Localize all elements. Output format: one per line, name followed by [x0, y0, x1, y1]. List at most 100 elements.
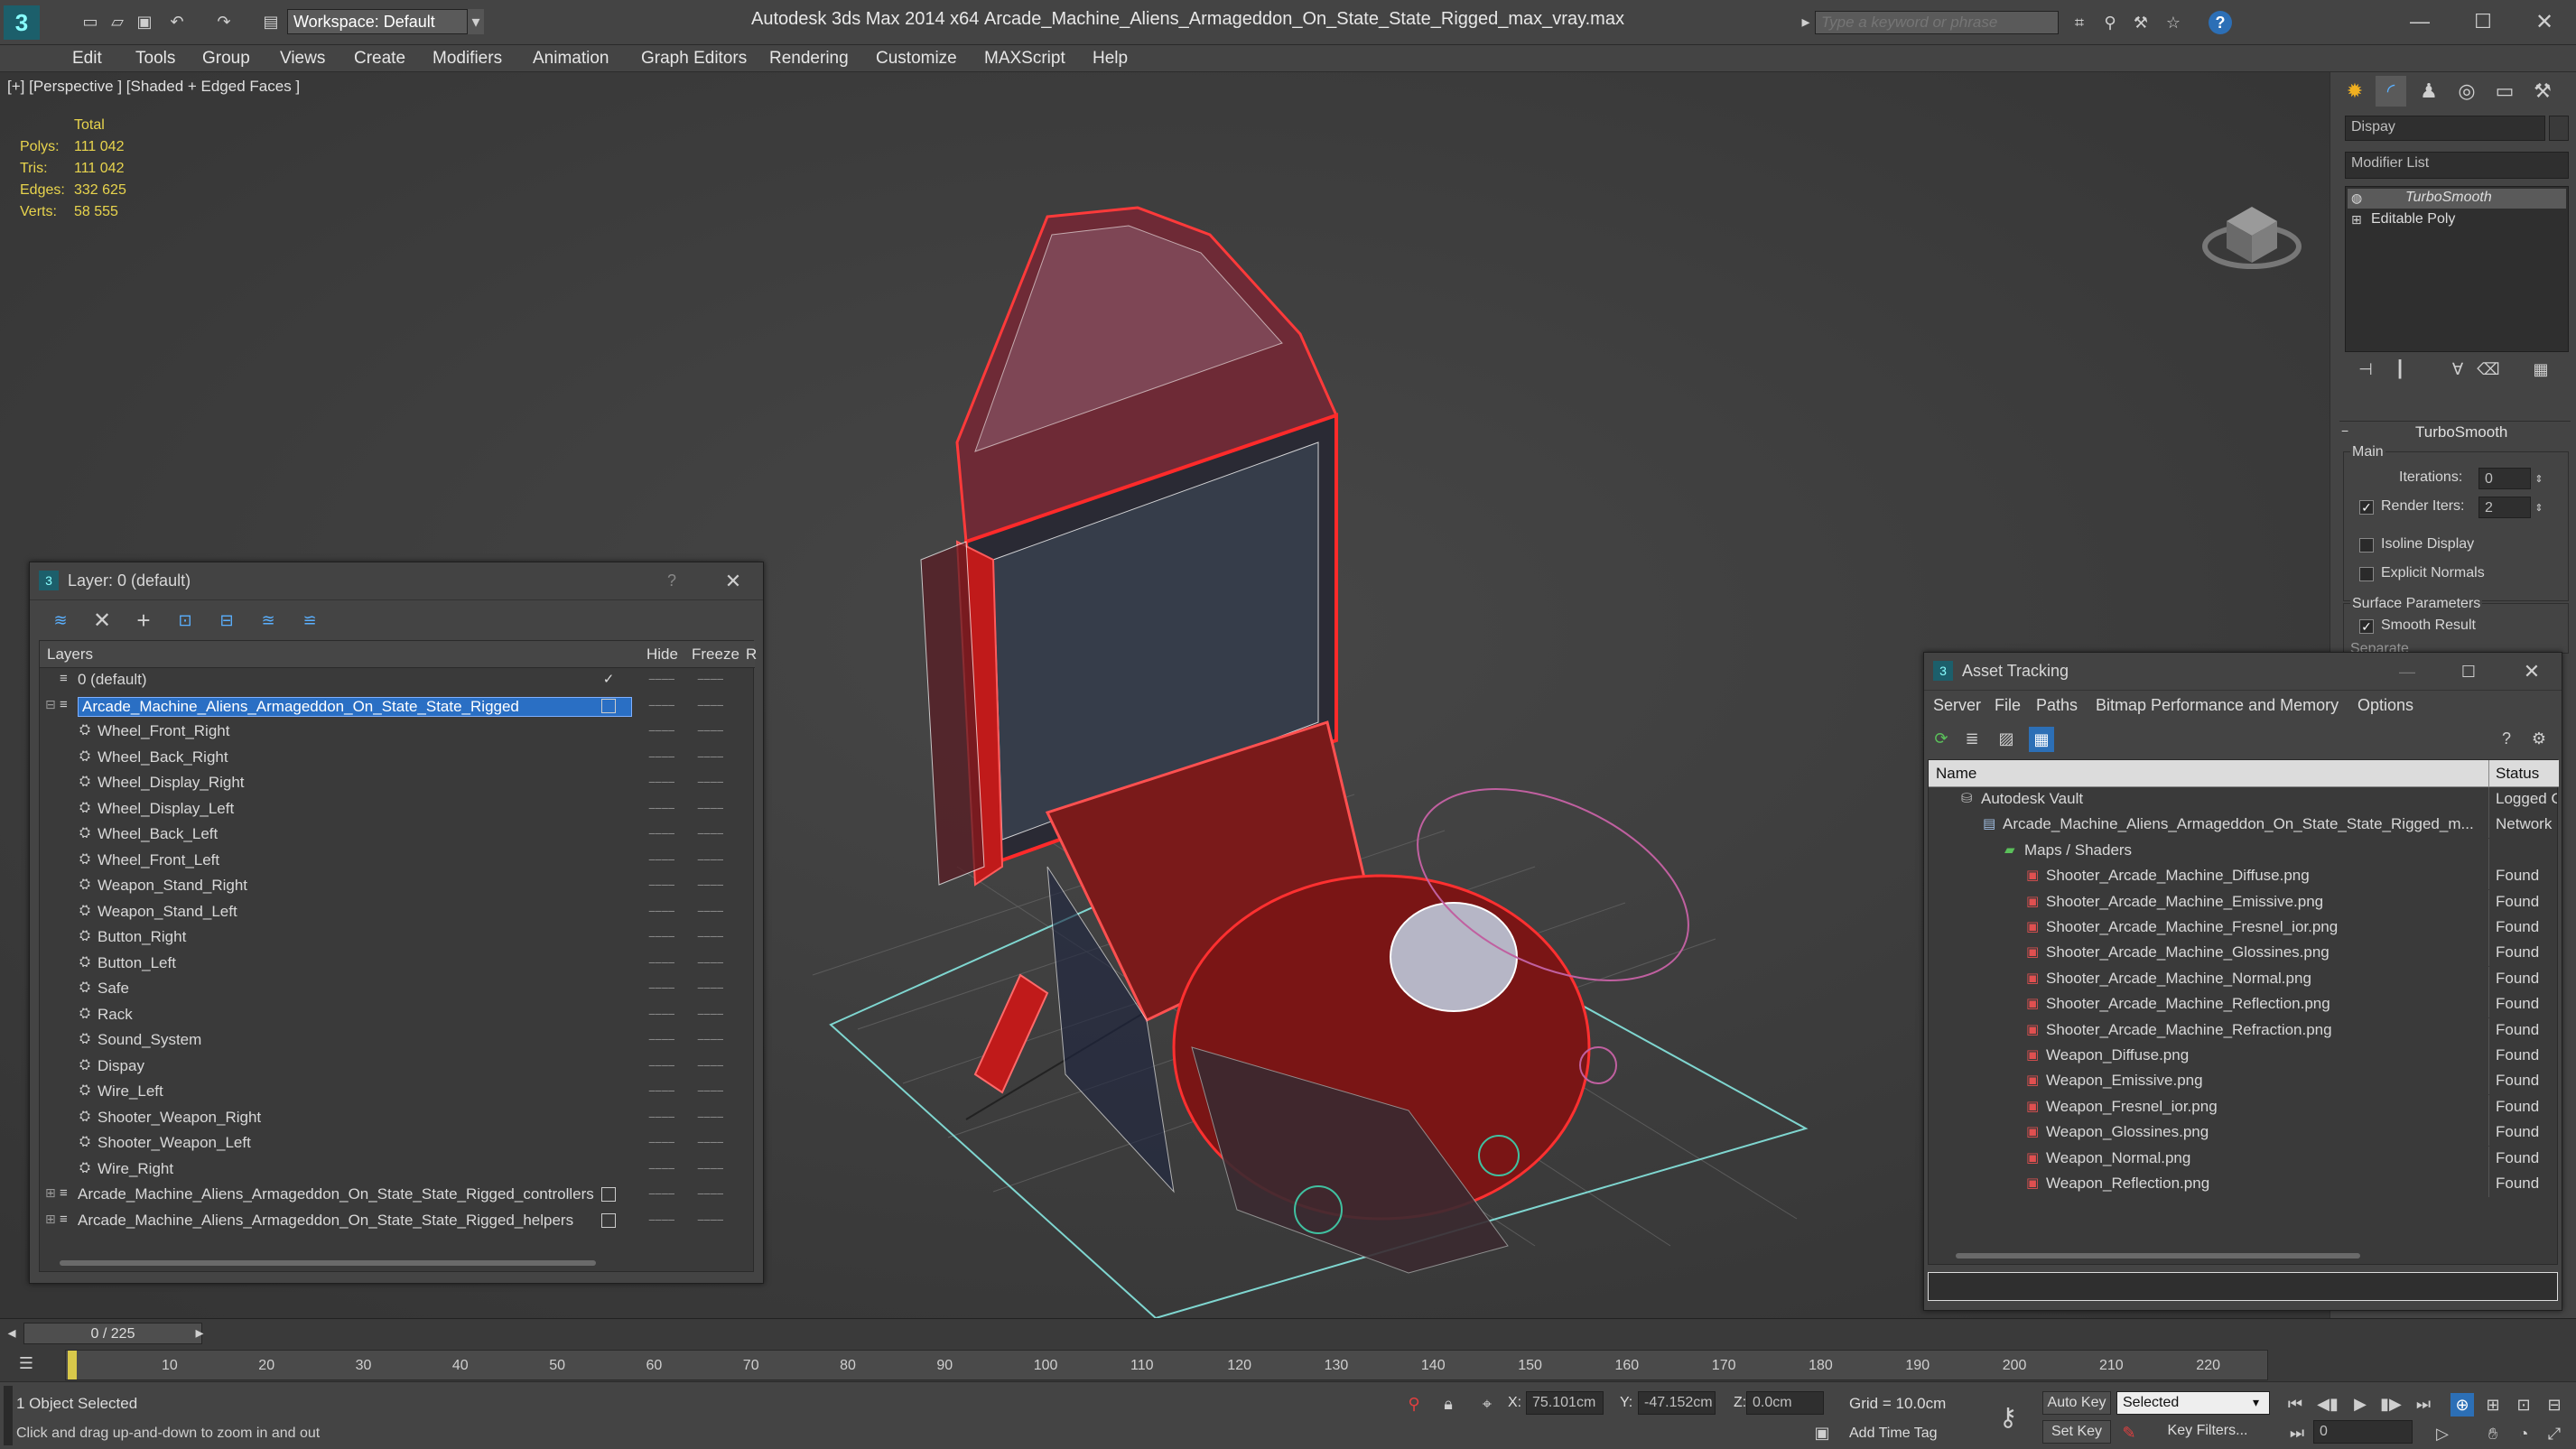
hide-all-layers-icon[interactable]: ≊ — [256, 608, 281, 633]
col-name[interactable]: Name — [1936, 765, 1976, 783]
object-row[interactable]: ⛭ Wheel_Back_Right −−−− −−−− — [40, 746, 755, 771]
asset-row[interactable]: ▣ Weapon_Fresnel_ior.png Found — [1929, 1094, 2559, 1120]
asset-row[interactable]: ▣ Weapon_Emissive.png Found — [1929, 1069, 2559, 1095]
hide-toggle[interactable]: −−−− — [648, 801, 675, 815]
freeze-toggle[interactable]: −−−− — [697, 1032, 724, 1046]
hide-toggle[interactable]: −−−− — [648, 1161, 675, 1175]
hide-toggle[interactable]: −−−− — [648, 1212, 675, 1227]
object-color-swatch[interactable] — [2549, 116, 2569, 141]
object-name-field[interactable]: Dispay — [2345, 116, 2545, 141]
object-row[interactable]: ⛭ Weapon_Stand_Right −−−− −−−− — [40, 874, 755, 899]
slider-left-arrow-icon[interactable]: ◂ — [4, 1323, 20, 1342]
field-of-view-icon[interactable]: ▷ — [2431, 1422, 2454, 1445]
expand-plus-icon[interactable]: ⊞ — [45, 1212, 56, 1227]
time-tag-icon[interactable]: ▣ — [1811, 1422, 1833, 1444]
set-keys-pencil-icon[interactable]: ✎ — [2118, 1422, 2140, 1444]
object-row[interactable]: ⛭ Wheel_Display_Left −−−− −−−− — [40, 797, 755, 822]
hide-toggle[interactable]: −−−− — [648, 749, 675, 764]
hide-toggle[interactable]: −−−− — [648, 1032, 675, 1046]
collapse-minus-icon[interactable]: ⊟ — [45, 697, 56, 712]
menu-options[interactable]: Options — [2357, 696, 2413, 715]
minimize-icon[interactable]: — — [2394, 658, 2421, 685]
undo-icon[interactable]: ↶ — [166, 11, 188, 33]
object-row[interactable]: ⛭ Button_Left −−−− −−−− — [40, 952, 755, 977]
modify-tab-icon[interactable]: ◜ — [2376, 76, 2406, 107]
zoom-extents-icon[interactable]: ⊡ — [2512, 1393, 2535, 1416]
render-iters-spinner[interactable]: 2 — [2478, 497, 2531, 518]
column-divider[interactable] — [2488, 760, 2489, 787]
layer-row[interactable]: ⊟ ≡ Arcade_Machine_Aliens_Armageddon_On_St… — [40, 694, 755, 720]
isolate-pin-icon[interactable]: ⚲ — [1405, 1393, 1423, 1415]
freeze-toggle[interactable]: −−−− — [697, 723, 724, 738]
set-current-layer-box[interactable] — [601, 1187, 616, 1202]
object-row[interactable]: ⛭ Wire_Right −−−− −−−− — [40, 1157, 755, 1183]
asset-row[interactable]: ▣ Shooter_Arcade_Machine_Glossines.png Fou… — [1929, 941, 2559, 967]
minimize-icon[interactable]: — — [2405, 7, 2434, 36]
asset-row[interactable]: ▣ Weapon_Diffuse.png Found — [1929, 1044, 2559, 1069]
track-bar[interactable]: 10 20 30 40 50 60 70 80 90 100 110 120 130 140 150 160 1… — [65, 1350, 2268, 1380]
z-coordinate-field[interactable]: 0.0cm — [1746, 1391, 1824, 1415]
asset-row[interactable]: ▣ Weapon_Reflection.png Found — [1929, 1172, 2559, 1197]
asset-row[interactable]: ▣ Shooter_Arcade_Machine_Reflection.png Fo… — [1929, 992, 2559, 1018]
close-icon[interactable]: ✕ — [720, 568, 747, 595]
hide-toggle[interactable]: −−−− — [648, 698, 675, 712]
freeze-toggle[interactable]: −−−− — [697, 698, 724, 712]
time-slider-thumb[interactable]: 0 / 225 — [23, 1323, 202, 1344]
orbit-icon[interactable]: ◔ — [2512, 1422, 2535, 1445]
menu-modifiers[interactable]: Modifiers — [432, 49, 502, 69]
hide-toggle[interactable]: −−−− — [648, 1007, 675, 1021]
hide-toggle[interactable]: −−−− — [648, 723, 675, 738]
col-status[interactable]: Status — [2496, 765, 2539, 783]
object-row[interactable]: ⛭ Dispay −−−− −−−− — [40, 1054, 755, 1080]
freeze-toggle[interactable]: −−−− — [697, 749, 724, 764]
hide-toggle[interactable]: −−−− — [648, 904, 675, 918]
set-current-layer-box[interactable] — [601, 1212, 616, 1228]
smooth-result-checkbox[interactable]: ✓ — [2359, 619, 2374, 634]
iterations-spinner[interactable]: 0 — [2478, 468, 2531, 489]
col-freeze[interactable]: Freeze — [692, 646, 739, 664]
menu-views[interactable]: Views — [280, 49, 325, 69]
hide-toggle[interactable]: −−−− — [648, 929, 675, 943]
delete-layer-icon[interactable]: ✕ — [89, 608, 115, 633]
freeze-toggle[interactable]: −−−− — [697, 852, 724, 867]
layer-row[interactable]: ⊞ ≡ Arcade_Machine_Aliens_Armageddon_On_St… — [40, 1183, 755, 1208]
maxscript-listener-field[interactable] — [4, 1386, 13, 1445]
freeze-toggle[interactable]: −−−− — [697, 1212, 724, 1227]
app-logo-icon[interactable]: 3 — [4, 5, 40, 40]
redo-icon[interactable]: ↷ — [213, 11, 235, 33]
layer-window-titlebar[interactable]: 3 Layer: 0 (default) ? ✕ — [30, 562, 763, 600]
freeze-toggle[interactable]: −−−− — [697, 1110, 724, 1124]
add-time-tag[interactable]: Add Time Tag — [1849, 1426, 1938, 1442]
freeze-toggle[interactable]: −−−− — [697, 1135, 724, 1149]
hide-toggle[interactable]: −−−− — [648, 826, 675, 841]
menu-create[interactable]: Create — [354, 49, 405, 69]
configure-sets-icon[interactable]: ▦ — [2529, 358, 2553, 381]
curve-editor-icon[interactable]: ☰ — [13, 1350, 40, 1377]
object-row[interactable]: ⛭ Weapon_Stand_Left −−−− −−−− — [40, 900, 755, 925]
table-view-icon[interactable]: ▦ — [2029, 727, 2054, 752]
utilities-tab-icon[interactable]: ⚒ — [2527, 76, 2558, 107]
render-iters-checkbox[interactable]: ✓ — [2359, 500, 2374, 515]
object-row[interactable]: ⛭ Sound_System −−−− −−−− — [40, 1028, 755, 1054]
menu-group[interactable]: Group — [202, 49, 250, 69]
expand-plus-icon[interactable]: ⊞ — [2351, 212, 2362, 228]
freeze-toggle[interactable]: −−−− — [697, 826, 724, 841]
freeze-toggle[interactable]: −−−− — [697, 904, 724, 918]
stack-item-turbosmooth[interactable]: ◍ TurboSmooth — [2348, 189, 2566, 209]
object-row[interactable]: ⛭ Button_Right −−−− −−−− — [40, 925, 755, 951]
asset-row[interactable]: ▣ Shooter_Arcade_Machine_Normal.png Found — [1929, 966, 2559, 992]
freeze-toggle[interactable]: −−−− — [697, 775, 724, 789]
menu-file[interactable]: File — [1995, 696, 2021, 715]
horizontal-scrollbar[interactable] — [60, 1260, 596, 1266]
hierarchy-tab-icon[interactable]: ♟ — [2413, 76, 2444, 107]
time-slider-track[interactable]: ◂ 0 / 225 ▸ — [0, 1321, 2576, 1346]
isoline-display-checkbox[interactable] — [2359, 538, 2374, 553]
layer-row[interactable]: ≡ 0 (default) ✓ −−−− −−−− — [40, 668, 755, 693]
x-coordinate-field[interactable]: 75.101cm — [1526, 1391, 1604, 1415]
asset-row[interactable]: ▣ Shooter_Arcade_Machine_Refraction.png Fo… — [1929, 1017, 2559, 1044]
communication-icon[interactable]: ⚒ — [2129, 11, 2153, 34]
object-row[interactable]: ⛭ Shooter_Weapon_Left −−−− −−−− — [40, 1131, 755, 1156]
menu-maxscript[interactable]: MAXScript — [984, 49, 1065, 69]
key-mode-icon[interactable]: ⚷ — [1992, 1398, 2024, 1435]
freeze-toggle[interactable]: −−−− — [697, 929, 724, 943]
